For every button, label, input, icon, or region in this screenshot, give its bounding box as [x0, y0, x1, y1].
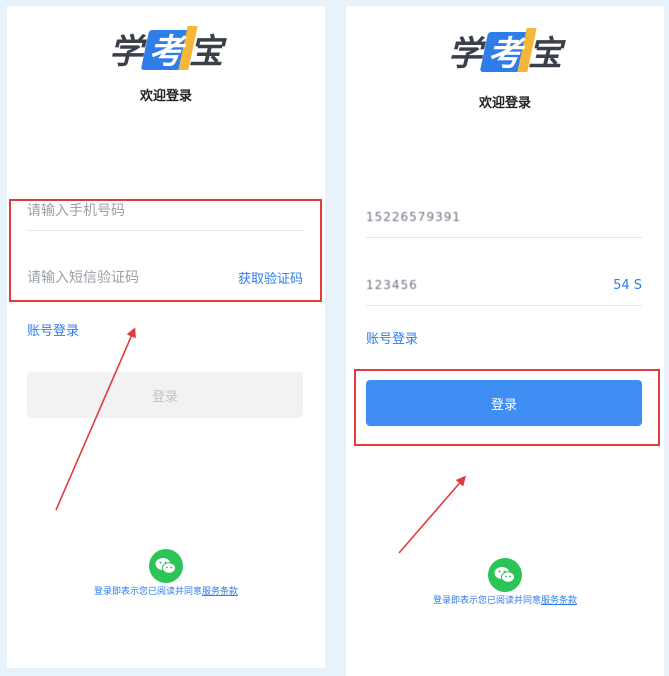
arrow-left — [55, 327, 136, 511]
arrow-right — [398, 475, 466, 554]
annotation-arrows — [55, 327, 466, 554]
